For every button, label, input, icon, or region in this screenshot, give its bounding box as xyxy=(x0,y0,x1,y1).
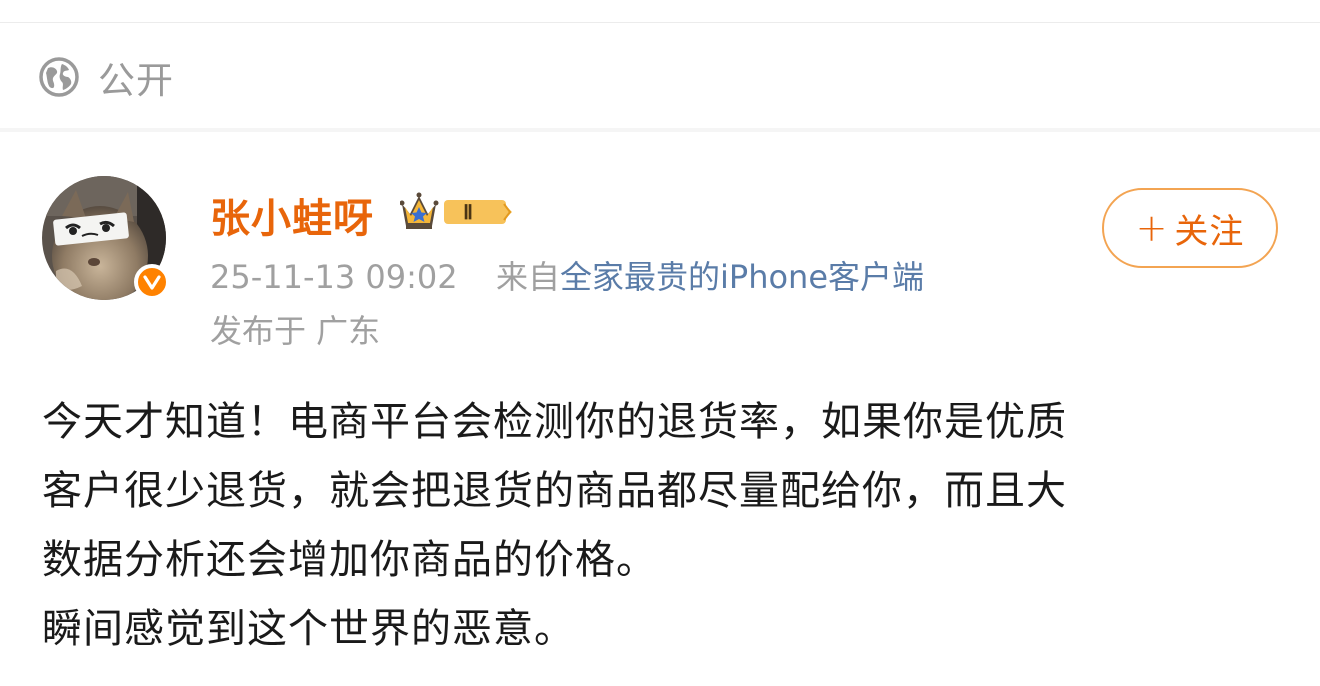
post-text: 今天才知道！电商平台会检测你的退货率，如果你是优质 客户很少退货，就会把退货的商… xyxy=(42,388,1292,664)
post-location: 发布于 广东 xyxy=(210,312,381,350)
section-divider xyxy=(0,128,1320,132)
post-meta: 25-11-13 09:02 来自全家最贵的iPhone客户端 xyxy=(210,252,924,298)
avatar[interactable] xyxy=(42,176,170,300)
source-prefix: 来自 xyxy=(495,258,560,296)
post-line: 数据分析还会增加你商品的价格。 xyxy=(42,537,657,583)
vip-level: Ⅱ xyxy=(463,202,473,224)
weibo-post-page: 公开 张小蛙呀 Ⅱ 25-11-13 09:02 来自全家最贵的iPhone客户… xyxy=(0,0,1320,686)
top-divider xyxy=(0,22,1320,23)
post-line: 瞬间感觉到这个世界的恶意。 xyxy=(42,606,575,652)
follow-button[interactable]: + 关注 xyxy=(1102,188,1278,268)
plus-icon: + xyxy=(1135,206,1169,250)
post-line: 今天才知道！电商平台会检测你的退货率，如果你是优质 xyxy=(42,399,1067,445)
post-line: 客户很少退货，就会把退货的商品都尽量配给你，而且大 xyxy=(42,468,1067,514)
follow-label: 关注 xyxy=(1174,211,1245,252)
visibility-row[interactable]: 公开 xyxy=(38,52,174,102)
globe-icon xyxy=(38,56,80,98)
author-name[interactable]: 张小蛙呀 xyxy=(210,186,374,244)
vip-badge[interactable]: Ⅱ xyxy=(399,190,518,232)
post-timestamp: 25-11-13 09:02 xyxy=(210,258,458,296)
source-link[interactable]: 全家最贵的iPhone客户端 xyxy=(560,258,924,296)
crown-icon xyxy=(399,192,439,229)
visibility-label: 公开 xyxy=(98,59,174,102)
verified-v-icon xyxy=(134,264,170,300)
